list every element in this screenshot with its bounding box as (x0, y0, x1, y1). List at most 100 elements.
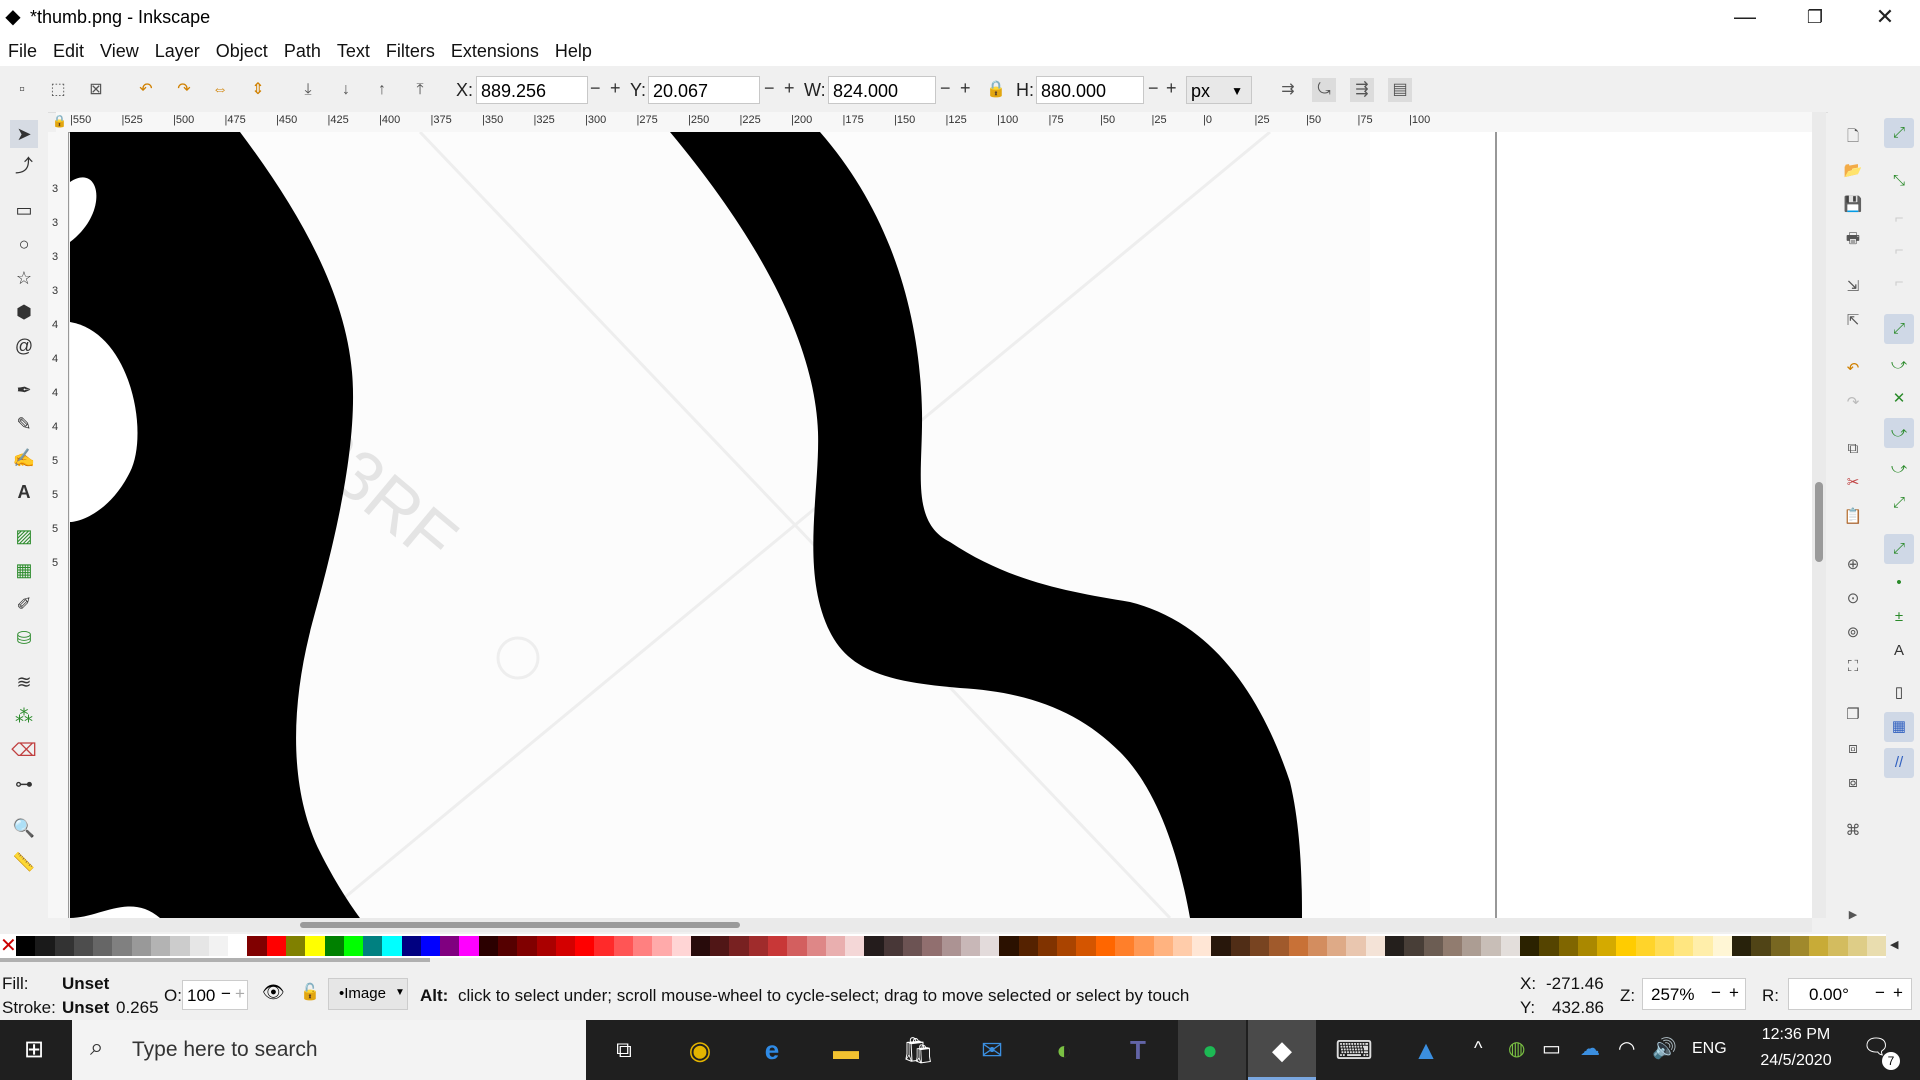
opacity-decrement-button[interactable]: − (221, 984, 231, 1004)
menu-extensions[interactable]: Extensions (443, 41, 547, 62)
scale-radii-icon[interactable]: ⤿ (1312, 78, 1336, 102)
palette-swatch[interactable] (883, 936, 903, 956)
palette-swatch[interactable] (1732, 936, 1752, 956)
snap-bbox-icon[interactable]: ⤡ (1884, 166, 1914, 196)
palette-swatch[interactable] (266, 936, 286, 956)
x-increment-button[interactable]: + (610, 78, 621, 99)
zoom-tool-icon[interactable]: 🔍 (10, 814, 38, 842)
palette-swatch[interactable] (1616, 936, 1636, 956)
palette-swatch[interactable] (767, 936, 788, 956)
pen-tool-icon[interactable]: ✒ (10, 376, 38, 404)
redo-icon[interactable]: ↷ (1840, 390, 1866, 416)
snap-bbox-midpoints-icon[interactable]: ⌐ (1884, 268, 1914, 298)
pencil-tool-icon[interactable]: ✎ (10, 410, 38, 438)
eraser-tool-icon[interactable]: ⌫ (10, 736, 38, 764)
palette-swatch[interactable] (748, 936, 768, 956)
show-hidden-icons-icon[interactable]: ^ (1474, 1038, 1482, 1059)
drawing-canvas[interactable]: 123RF (70, 132, 1812, 918)
layer-visibility-icon[interactable]: 👁 (262, 982, 285, 1003)
duplicate-icon[interactable]: ❐ (1840, 702, 1866, 728)
palette-swatch[interactable] (478, 936, 499, 956)
palette-swatch[interactable] (1404, 936, 1424, 956)
x-field[interactable]: 889.256 (476, 76, 588, 104)
palette-swatch[interactable] (729, 936, 749, 956)
palette-swatch[interactable] (401, 936, 421, 956)
more-arrow-icon[interactable]: ▶ (1840, 902, 1866, 928)
palette-swatch[interactable] (980, 936, 1000, 956)
zoom-selection-icon[interactable]: ⊕ (1840, 552, 1866, 578)
palette-swatch[interactable] (131, 936, 151, 956)
palette-swatch[interactable] (652, 936, 672, 956)
palette-swatch[interactable] (690, 936, 711, 956)
clone-icon[interactable]: ⧈ (1840, 736, 1866, 762)
palette-swatch[interactable] (1867, 936, 1887, 956)
palette-swatch[interactable] (1558, 936, 1578, 956)
snap-toggle-icon[interactable]: ⤢ (1884, 118, 1914, 148)
palette-swatch[interactable] (343, 936, 364, 956)
width-field[interactable]: 824.000 (828, 76, 936, 104)
selector-tool-icon[interactable]: ➤ (10, 120, 38, 148)
rotate-field[interactable]: 0.00° − + (1788, 978, 1912, 1010)
paint-bucket-tool-icon[interactable]: ⛁ (10, 624, 38, 652)
palette-swatch[interactable] (1597, 936, 1617, 956)
snap-smooth-nodes-icon[interactable]: ⤻ (1884, 454, 1914, 484)
palette-swatch[interactable] (73, 936, 94, 956)
palette-swatch[interactable] (1847, 936, 1867, 956)
palette-swatch[interactable] (941, 936, 961, 956)
spray-tool-icon[interactable]: ⁂ (10, 702, 38, 730)
palette-swatch[interactable] (633, 936, 653, 956)
palette-swatch[interactable] (170, 936, 190, 956)
opacity-field[interactable]: 100 − + (182, 980, 248, 1010)
palette-swatch[interactable] (1172, 936, 1193, 956)
snap-text-baseline-icon[interactable]: A (1884, 636, 1914, 666)
palette-swatch[interactable] (613, 936, 633, 956)
palette-swatch[interactable] (922, 936, 942, 956)
layer-select[interactable]: •Image ▼ (328, 978, 408, 1010)
palette-swatch[interactable] (1384, 936, 1405, 956)
node-tool-icon[interactable]: ⤴ (10, 152, 38, 180)
menu-view[interactable]: View (92, 41, 147, 62)
snap-page-border-icon[interactable]: ▯ (1884, 678, 1914, 708)
snap-paths-icon[interactable]: ⤻ (1884, 350, 1914, 380)
taskbar-search-box[interactable]: ⌕ Type here to search (72, 1020, 586, 1080)
undo-icon[interactable]: ↶ (1840, 356, 1866, 382)
palette-swatch[interactable] (960, 936, 981, 956)
y-increment-button[interactable]: + (784, 78, 795, 99)
palette-swatch[interactable] (1327, 936, 1347, 956)
battery-icon[interactable]: ▭ (1542, 1036, 1561, 1061)
palette-swatch[interactable] (671, 936, 691, 956)
palette-swatch[interactable] (1192, 936, 1212, 956)
palette-swatch[interactable] (1770, 936, 1790, 956)
ellipse-tool-icon[interactable]: ○ (10, 230, 38, 258)
palette-swatch[interactable] (1076, 936, 1096, 956)
palette-swatch[interactable] (1365, 936, 1385, 956)
palette-swatch[interactable] (1712, 936, 1733, 956)
palette-swatch[interactable] (324, 936, 344, 956)
menu-text[interactable]: Text (329, 41, 378, 62)
clock-time[interactable]: 12:36 PM (1746, 1026, 1846, 1044)
palette-swatch[interactable] (247, 936, 267, 956)
palette-swatch[interactable] (16, 936, 36, 956)
palette-swatch[interactable] (1789, 936, 1810, 956)
select-all-icon[interactable]: ▫ (10, 78, 34, 102)
snap-others-icon[interactable]: ⤢ (1884, 534, 1914, 564)
palette-swatch[interactable] (363, 936, 383, 956)
palette-swatch[interactable] (575, 936, 595, 956)
menu-file[interactable]: File (0, 41, 45, 62)
raise-icon[interactable]: ↑ (370, 78, 394, 102)
palette-swatch[interactable] (517, 936, 537, 956)
palette-swatch[interactable] (902, 936, 923, 956)
palette-swatch[interactable] (1481, 936, 1501, 956)
palette-swatch[interactable] (35, 936, 55, 956)
palette-swatch[interactable] (1751, 936, 1771, 956)
palette-swatch[interactable] (864, 936, 884, 956)
palette-swatch[interactable] (208, 936, 229, 956)
palette-swatch[interactable] (305, 936, 325, 956)
palette-swatch[interactable] (1230, 936, 1250, 956)
palette-swatch[interactable] (1674, 936, 1694, 956)
palette-swatch[interactable] (1809, 936, 1829, 956)
palette-swatch[interactable] (1500, 936, 1520, 956)
palette-swatch[interactable] (285, 936, 306, 956)
gradient-tool-icon[interactable]: ▨ (10, 522, 38, 550)
palette-swatch[interactable] (1269, 936, 1289, 956)
